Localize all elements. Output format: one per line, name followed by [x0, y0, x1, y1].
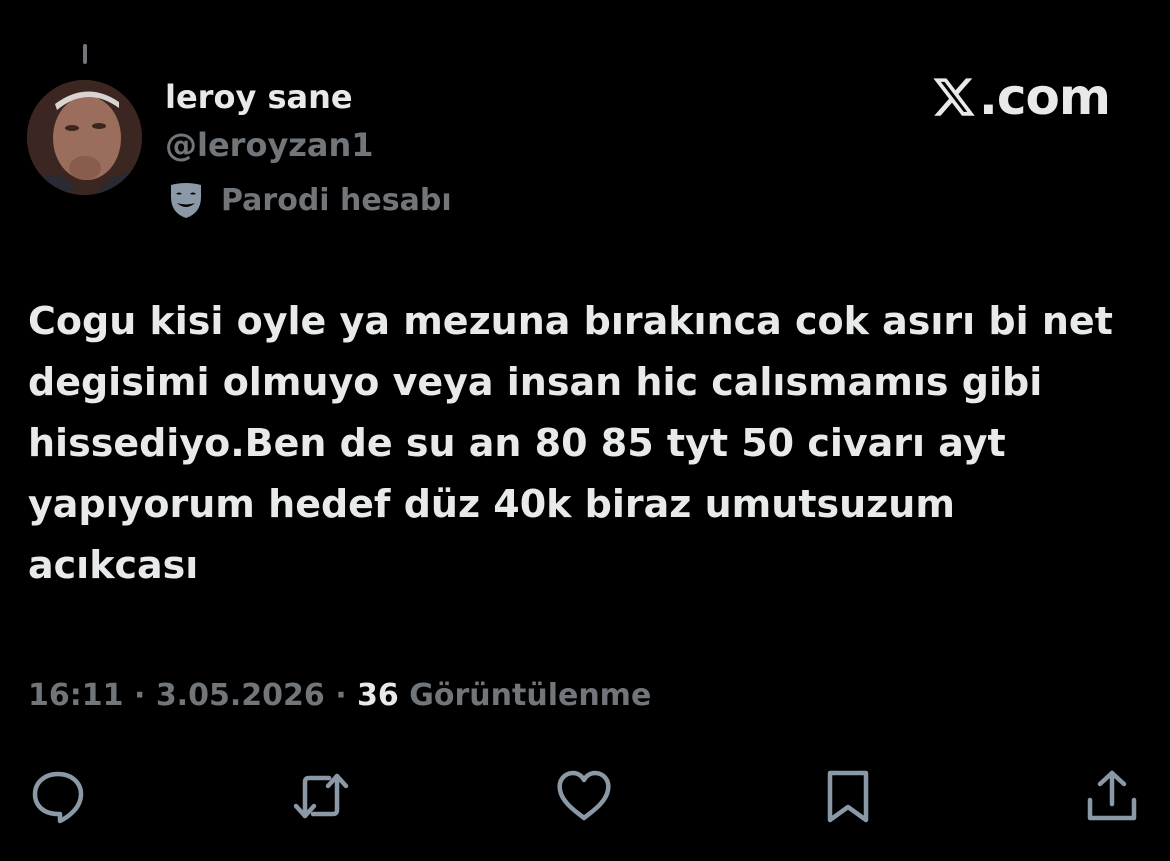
like-button[interactable]: [554, 766, 614, 826]
views-count: 36: [357, 678, 399, 713]
x-com-text: .com: [978, 68, 1111, 126]
tweet-date[interactable]: 3.05.2026: [156, 678, 325, 713]
avatar[interactable]: [27, 80, 142, 195]
bookmark-icon: [827, 770, 869, 823]
x-logo-icon: [933, 78, 975, 116]
like-icon: [557, 770, 611, 821]
share-button[interactable]: [1082, 766, 1142, 826]
display-name[interactable]: leroy sane: [165, 78, 353, 116]
tweet-time[interactable]: 16:11: [28, 678, 124, 713]
action-bar: [0, 766, 1170, 826]
scroll-indicator: [83, 44, 87, 64]
reply-button[interactable]: [28, 766, 88, 826]
reply-icon: [32, 771, 84, 824]
views-label: Görüntülenme: [409, 678, 652, 713]
x-com-watermark: .com: [931, 68, 1111, 126]
avatar-image: [27, 80, 142, 195]
parody-label-text: Parodi hesabı: [221, 182, 452, 218]
user-handle[interactable]: @leroyzan1: [165, 126, 374, 164]
tweet-text: Cogu kisi oyle ya mezuna bırakınca cok a…: [28, 299, 1127, 587]
meta-separator: ·: [335, 678, 347, 713]
tweet-meta: 16:11 · 3.05.2026 · 36 Görüntülenme: [28, 678, 651, 713]
mask-icon: [171, 183, 201, 218]
parody-label: Parodi hesabı: [165, 178, 452, 222]
meta-separator: ·: [133, 678, 146, 713]
share-icon: [1087, 770, 1137, 821]
bookmark-button[interactable]: [818, 766, 878, 826]
retweet-button[interactable]: [291, 766, 351, 826]
retweet-icon: [293, 773, 349, 819]
